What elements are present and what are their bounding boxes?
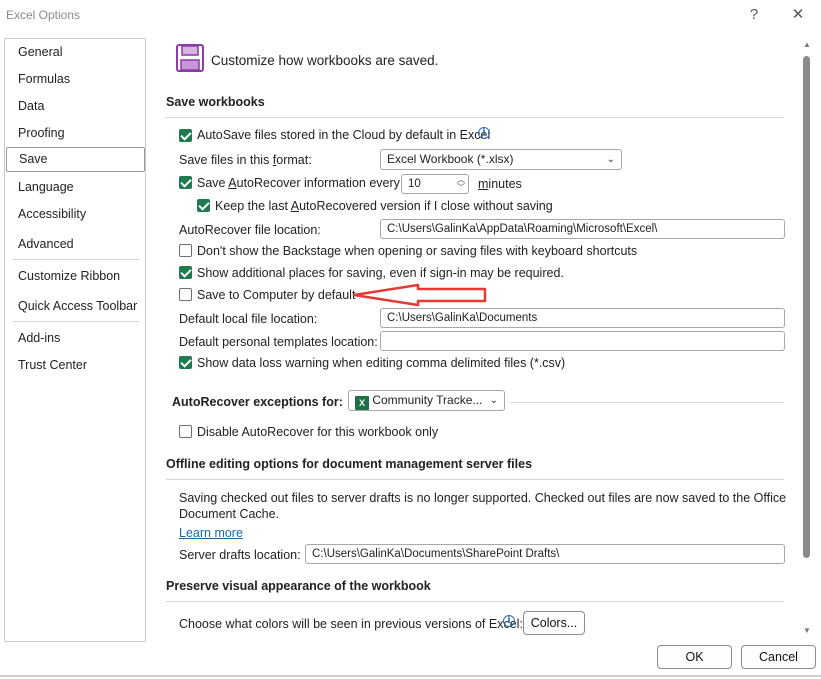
sidebar-item-formulas[interactable]: Formulas bbox=[18, 72, 70, 86]
autorecover-minutes-stepper[interactable]: 10 ︿ ﹀ bbox=[401, 174, 469, 194]
sidebar-item-proofing[interactable]: Proofing bbox=[18, 126, 65, 140]
spinner-arrows-icon[interactable]: ︿ ﹀ bbox=[457, 176, 465, 192]
window-title: Excel Options bbox=[6, 8, 81, 22]
close-button[interactable]: ✕ bbox=[787, 4, 809, 26]
autosave-checkbox[interactable] bbox=[179, 129, 192, 142]
sidebar-divider bbox=[13, 321, 139, 322]
cancel-button[interactable]: Cancel bbox=[741, 645, 816, 669]
help-button[interactable]: ? bbox=[743, 4, 765, 26]
additional-places-checkbox[interactable] bbox=[179, 266, 192, 279]
sidebar-divider bbox=[13, 259, 139, 260]
exceptions-workbook-select[interactable]: X Community Tracke... ⌄ bbox=[348, 390, 505, 411]
sidebar-item-save[interactable]: Save bbox=[6, 147, 145, 172]
server-drafts-input[interactable]: C:\Users\GalinKa\Documents\SharePoint Dr… bbox=[305, 544, 785, 564]
default-local-location-label: Default local file location: bbox=[179, 312, 318, 326]
sidebar-item-customize-ribbon[interactable]: Customize Ribbon bbox=[18, 269, 120, 283]
sidebar-item-data[interactable]: Data bbox=[18, 99, 44, 113]
backstage-label: Don't show the Backstage when opening or… bbox=[197, 244, 638, 258]
section-divider bbox=[166, 117, 784, 118]
window-bottom-border bbox=[0, 675, 821, 677]
autorecover-label: Save AutoRecover information every bbox=[197, 176, 400, 190]
sidebar-item-add-ins[interactable]: Add-ins bbox=[18, 331, 60, 345]
chevron-down-icon: ⌄ bbox=[606, 154, 615, 165]
minutes-label: minutes bbox=[478, 177, 522, 191]
sidebar-item-accessibility[interactable]: Accessibility bbox=[18, 207, 86, 221]
save-format-label: Save files in this format: bbox=[179, 153, 312, 167]
exceptions-workbook-value: Community Tracke... bbox=[372, 393, 483, 407]
save-to-computer-checkbox[interactable] bbox=[179, 288, 192, 301]
colors-button[interactable]: Colors... bbox=[523, 611, 585, 635]
templates-location-label: Default personal templates location: bbox=[179, 335, 378, 349]
autorecover-checkbox[interactable] bbox=[179, 176, 192, 189]
save-format-select[interactable]: Excel Workbook (*.xlsx) ⌄ bbox=[380, 149, 622, 170]
section-divider bbox=[166, 601, 784, 602]
sidebar-item-quick-access-toolbar[interactable]: Quick Access Toolbar bbox=[18, 299, 137, 313]
offline-notice-line2: Document Cache. bbox=[179, 507, 280, 521]
server-drafts-label: Server drafts location: bbox=[179, 548, 301, 562]
disable-autorecover-checkbox[interactable] bbox=[179, 425, 192, 438]
vertical-scrollbar[interactable]: ▲ ▼ bbox=[801, 38, 813, 642]
backstage-checkbox[interactable] bbox=[179, 244, 192, 257]
colors-label: Choose what colors will be seen in previ… bbox=[179, 617, 523, 631]
section-heading-visual-appearance: Preserve visual appearance of the workbo… bbox=[166, 579, 431, 593]
offline-notice-line1: Saving checked out files to server draft… bbox=[179, 491, 787, 505]
scroll-down-icon[interactable]: ▼ bbox=[801, 626, 813, 635]
ok-button[interactable]: OK bbox=[657, 645, 732, 669]
csv-warning-label: Show data loss warning when editing comm… bbox=[197, 356, 566, 370]
section-divider bbox=[166, 479, 784, 480]
autorecover-location-input[interactable]: C:\Users\GalinKa\AppData\Roaming\Microso… bbox=[380, 219, 785, 239]
section-heading-save-workbooks: Save workbooks bbox=[166, 95, 265, 109]
sidebar-item-language[interactable]: Language bbox=[18, 180, 74, 194]
section-divider bbox=[510, 402, 784, 403]
section-heading-offline-editing: Offline editing options for document man… bbox=[166, 457, 533, 471]
scroll-thumb[interactable] bbox=[803, 56, 810, 558]
excel-icon: X bbox=[355, 396, 369, 410]
default-local-location-input[interactable]: C:\Users\GalinKa\Documents bbox=[380, 308, 785, 328]
sidebar-item-trust-center[interactable]: Trust Center bbox=[18, 358, 87, 372]
info-icon[interactable]: i bbox=[503, 615, 515, 627]
info-icon[interactable]: i bbox=[478, 127, 490, 139]
scroll-up-icon[interactable]: ▲ bbox=[801, 40, 813, 49]
save-floppy-icon bbox=[176, 44, 204, 75]
learn-more-link[interactable]: Learn more bbox=[179, 526, 243, 540]
keep-last-version-label: Keep the last AutoRecovered version if I… bbox=[215, 199, 553, 213]
autosave-label: AutoSave files stored in the Cloud by de… bbox=[197, 128, 491, 142]
sidebar-nav: General Formulas Data Proofing Save Lang… bbox=[4, 38, 146, 642]
save-to-computer-label: Save to Computer by default bbox=[197, 288, 356, 302]
chevron-down-icon: ⌄ bbox=[489, 395, 498, 406]
save-format-value: Excel Workbook (*.xlsx) bbox=[387, 152, 514, 166]
templates-location-input[interactable] bbox=[380, 331, 785, 351]
autorecover-exceptions-label: AutoRecover exceptions for: bbox=[172, 395, 343, 409]
autorecover-location-label: AutoRecover file location: bbox=[179, 223, 321, 237]
keep-last-version-checkbox[interactable] bbox=[197, 199, 210, 212]
sidebar-item-general[interactable]: General bbox=[18, 45, 62, 59]
additional-places-label: Show additional places for saving, even … bbox=[197, 266, 564, 280]
sidebar-item-advanced[interactable]: Advanced bbox=[18, 237, 74, 251]
autorecover-minutes-value: 10 bbox=[408, 178, 421, 190]
disable-autorecover-label: Disable AutoRecover for this workbook on… bbox=[197, 425, 439, 439]
page-title: Customize how workbooks are saved. bbox=[211, 53, 439, 68]
csv-warning-checkbox[interactable] bbox=[179, 356, 192, 369]
